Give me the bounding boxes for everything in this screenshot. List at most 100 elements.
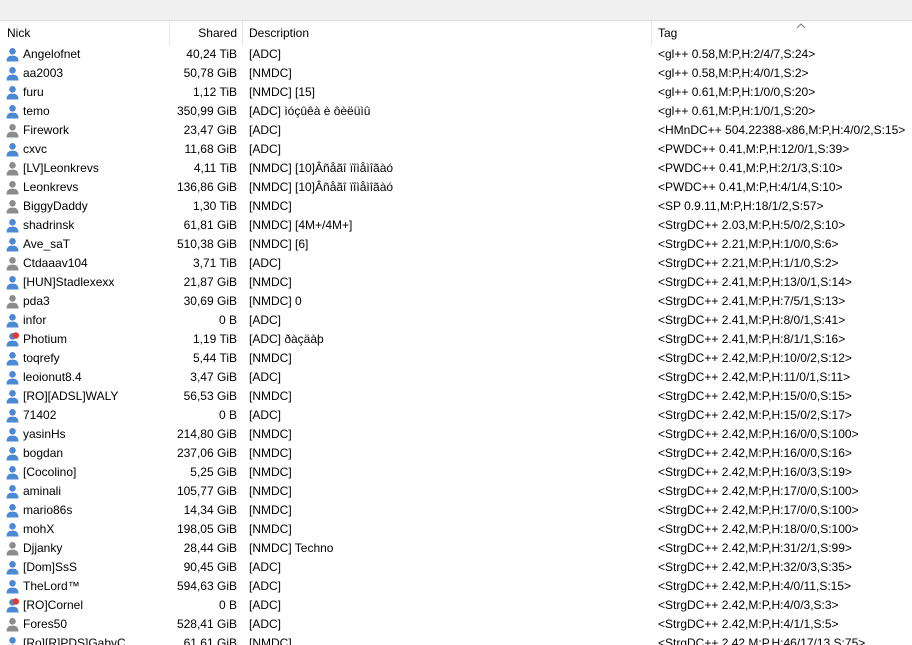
user-row[interactable]: pda3 30,69 GiB [NMDC] 0 <StrgDC++ 2.41,M:P,… — [0, 292, 912, 311]
user-row[interactable]: Ctdaaav104 3,71 TiB [ADC] <StrgDC++ 2.21,M:… — [0, 254, 912, 273]
user-nick: [HUN]Stadlexexx — [23, 275, 115, 289]
user-shared: 23,47 GiB — [183, 123, 237, 137]
user-row[interactable]: toqrefy 5,44 TiB [NMDC] <StrgDC++ 2.42,M:P,… — [0, 349, 912, 368]
user-description: [NMDC] — [249, 446, 292, 460]
user-nick: [RO][ADSL]WALY — [23, 389, 119, 403]
user-icon — [6, 105, 19, 119]
column-header-nick[interactable]: Nick — [7, 21, 30, 45]
user-nick: 71402 — [23, 408, 57, 422]
column-header-description[interactable]: Description — [249, 21, 309, 45]
user-row[interactable]: 71402 0 B [ADC] <StrgDC++ 2.42,M:P,H:15/0/2… — [0, 406, 912, 425]
user-nick: [Dom]SsS — [23, 560, 78, 574]
column-divider[interactable] — [651, 21, 652, 45]
user-tag: <gl++ 0.61,M:P,H:1/0/1,S:20> — [658, 104, 816, 118]
user-tag: <StrgDC++ 2.42,M:P,H:16/0/0,S:100> — [658, 427, 859, 441]
user-description: [ADC] — [249, 579, 282, 593]
user-tag: <StrgDC++ 2.42,M:P,H:10/0/2,S:12> — [658, 351, 852, 365]
user-nick: toqrefy — [23, 351, 60, 365]
user-shared: 0 B — [218, 313, 237, 327]
user-tag: <PWDC++ 0.41,M:P,H:12/0/1,S:39> — [658, 142, 850, 156]
user-row[interactable]: temo 350,99 GiB [ADC] ìóçûêà è ôèëüìû <gl++… — [0, 102, 912, 121]
user-icon — [6, 143, 19, 157]
user-row[interactable]: yasinHs 214,80 GiB [NMDC] <StrgDC++ 2.42,M:… — [0, 425, 912, 444]
user-tag: <StrgDC++ 2.42,M:P,H:16/0/0,S:16> — [658, 446, 852, 460]
user-row[interactable]: Angelofnet 40,24 TiB [ADC] <gl++ 0.58,M:P,H… — [0, 45, 912, 64]
user-shared: 237,06 GiB — [176, 446, 237, 460]
user-tag: <StrgDC++ 2.42,M:P,H:18/0/0,S:100> — [658, 522, 859, 536]
user-row[interactable]: Fores50 528,41 GiB [ADC] <StrgDC++ 2.42,M:P… — [0, 615, 912, 634]
user-nick: BiggyDaddy — [23, 199, 88, 213]
user-icon — [6, 409, 19, 423]
column-header-tag[interactable]: Tag — [658, 21, 677, 45]
user-description: [ADC] — [249, 408, 282, 422]
column-divider[interactable] — [242, 21, 243, 45]
user-row[interactable]: aminali 105,77 GiB [NMDC] <StrgDC++ 2.42,M:… — [0, 482, 912, 501]
user-icon — [6, 485, 19, 499]
user-row[interactable]: Djjanky 28,44 GiB [NMDC] Techno <StrgDC++ 2… — [0, 539, 912, 558]
user-shared: 28,44 GiB — [183, 541, 237, 555]
user-icon — [6, 504, 19, 518]
user-row[interactable]: Ave_saT 510,38 GiB [NMDC] [6] <StrgDC++ 2.2… — [0, 235, 912, 254]
user-row[interactable]: [LV]Leonkrevs 4,11 TiB [NMDC] [10]Âñåãî ïî… — [0, 159, 912, 178]
user-description: [NMDC] [10]Âñåãî ïîìåìîãàó — [249, 161, 394, 175]
user-description: [NMDC] — [249, 275, 292, 289]
user-shared: 510,38 GiB — [176, 237, 237, 251]
warning-badge-icon — [12, 332, 19, 339]
user-row[interactable]: TheLord™ 594,63 GiB [ADC] <StrgDC++ 2.42,M:… — [0, 577, 912, 596]
user-row[interactable]: [Cocolino] 5,25 GiB [NMDC] <StrgDC++ 2.42,M… — [0, 463, 912, 482]
user-row[interactable]: Firework 23,47 GiB [ADC] <HMnDC++ 504.22388… — [0, 121, 912, 140]
user-list[interactable]: Angelofnet 40,24 TiB [ADC] <gl++ 0.58,M:P,H… — [0, 45, 912, 645]
user-row[interactable]: infor 0 B [ADC] <StrgDC++ 2.41,M:P,H:8/0/1,… — [0, 311, 912, 330]
user-icon — [9, 637, 16, 645]
user-away-icon — [6, 257, 19, 271]
user-away-icon — [6, 124, 19, 138]
user-nick: [RO]Cornel — [23, 598, 84, 612]
user-tag: <StrgDC++ 2.42,M:P,H:4/1/1,S:5> — [658, 617, 839, 631]
user-shared: 3,47 GiB — [190, 370, 237, 384]
user-nick: aa2003 — [23, 66, 64, 80]
user-row[interactable]: [Ro][R]PDS]GabyC 61,61 GiB [NMDC] <StrgDC++… — [0, 634, 912, 645]
column-header-shared[interactable]: Shared — [170, 21, 237, 45]
user-row[interactable]: Leonkrevs 136,86 GiB [NMDC] [10]Âñåãî ïîìå… — [0, 178, 912, 197]
user-icon — [6, 67, 19, 81]
user-nick: [LV]Leonkrevs — [23, 161, 99, 175]
user-row[interactable]: mario86s 14,34 GiB [NMDC] <StrgDC++ 2.42,M:… — [0, 501, 912, 520]
user-description: [ADC] — [249, 313, 282, 327]
user-tag: <StrgDC++ 2.42,M:P,H:31/2/1,S:99> — [658, 541, 852, 555]
user-description: [ADC] — [249, 256, 282, 270]
user-nick: mohX — [23, 522, 55, 536]
user-row[interactable]: Photium 1,19 TiB [ADC] ðàçäàþ <StrgDC++ 2.4… — [0, 330, 912, 349]
user-shared: 40,24 TiB — [186, 47, 237, 61]
user-icon — [6, 580, 19, 594]
user-row[interactable]: furu 1,12 TiB [NMDC] [15] <gl++ 0.61,M:P,H:… — [0, 83, 912, 102]
column-header: Nick Shared Description Tag — [0, 21, 912, 45]
user-row[interactable]: mohX 198,05 GiB [NMDC] <StrgDC++ 2.42,M:P,H… — [0, 520, 912, 539]
user-icon — [6, 390, 19, 404]
user-tag: <gl++ 0.61,M:P,H:1/0/0,S:20> — [658, 85, 816, 99]
user-row[interactable]: [HUN]Stadlexexx 21,87 GiB [NMDC] <StrgDC++ … — [0, 273, 912, 292]
toolbar-strip — [0, 0, 912, 21]
user-tag: <StrgDC++ 2.42,M:P,H:17/0/0,S:100> — [658, 503, 859, 517]
user-row[interactable]: [RO][ADSL]WALY 56,53 GiB [NMDC] <StrgDC++ 2… — [0, 387, 912, 406]
user-row[interactable]: [RO]Cornel 0 B [ADC] <StrgDC++ 2.42,M:P,H:4… — [0, 596, 912, 615]
user-icon — [6, 314, 19, 328]
user-nick: Angelofnet — [23, 47, 81, 61]
user-row[interactable]: shadrinsk 61,81 GiB [NMDC] [4M+/4M+] <StrgD… — [0, 216, 912, 235]
user-row[interactable]: bogdan 237,06 GiB [NMDC] <StrgDC++ 2.42,M:P… — [0, 444, 912, 463]
user-shared: 21,87 GiB — [183, 275, 237, 289]
user-row[interactable]: leoionut8.4 3,47 GiB [ADC] <StrgDC++ 2.42,M… — [0, 368, 912, 387]
user-tag: <gl++ 0.58,M:P,H:2/4/7,S:24> — [658, 47, 816, 61]
user-away-icon — [6, 295, 19, 309]
user-shared: 30,69 GiB — [183, 294, 237, 308]
user-row[interactable]: BiggyDaddy 1,30 TiB [NMDC] <SP 0.9.11,M:P,H… — [0, 197, 912, 216]
user-row[interactable]: aa2003 50,78 GiB [NMDC] <gl++ 0.58,M:P,H:4/… — [0, 64, 912, 83]
user-tag: <StrgDC++ 2.42,M:P,H:46/17/13,S:75> — [658, 636, 866, 645]
user-nick: temo — [23, 104, 50, 118]
user-row[interactable]: [Dom]SsS 90,45 GiB [ADC] <StrgDC++ 2.42,M:P… — [0, 558, 912, 577]
user-nick: Ctdaaav104 — [23, 256, 88, 270]
user-description: [ADC] — [249, 123, 282, 137]
user-row[interactable]: cxvc 11,68 GiB [ADC] <PWDC++ 0.41,M:P,H:12/… — [0, 140, 912, 159]
user-nick: Leonkrevs — [23, 180, 79, 194]
user-shared: 198,05 GiB — [176, 522, 237, 536]
user-shared: 90,45 GiB — [183, 560, 237, 574]
